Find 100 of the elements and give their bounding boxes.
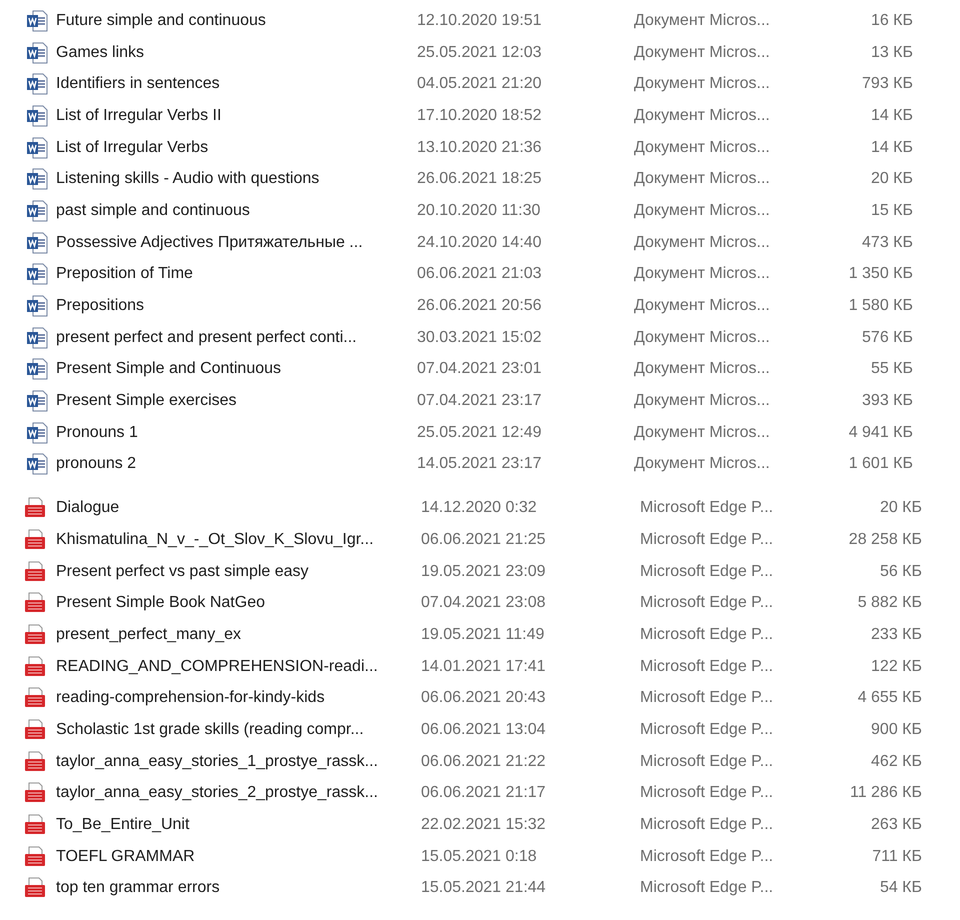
file-name[interactable]: past simple and continuous xyxy=(56,198,417,223)
file-size: 56 КБ xyxy=(878,562,922,582)
file-name[interactable]: Pronouns 1 xyxy=(56,420,417,445)
file-type: Microsoft Edge P... xyxy=(640,720,774,740)
file-date: 19.05.2021 11:49 xyxy=(421,624,546,645)
file-type: Microsoft Edge P... xyxy=(640,562,774,582)
file-type: Документ Micros... xyxy=(634,232,771,253)
file-date: 25.05.2021 12:03 xyxy=(417,42,543,63)
file-size: 4 941 КБ xyxy=(848,422,913,443)
file-size: 11 286 КБ xyxy=(848,783,922,804)
file-name[interactable]: List of Irregular Verbs xyxy=(56,136,417,160)
file-size: 54 КБ xyxy=(878,878,922,898)
file-name[interactable]: Possessive Adjectives Притяжательные ... xyxy=(56,230,417,255)
file-type: Microsoft Edge P... xyxy=(640,815,774,836)
file-name[interactable]: reading-comprehension-for-kindy-kids xyxy=(56,686,421,710)
file-name[interactable]: Khismatulina_N_v_-_Ot_Slov_K_Slovu_Igr... xyxy=(56,528,421,552)
file-name[interactable]: Present Simple exercises xyxy=(56,389,417,414)
file-date: 06.06.2021 21:17 xyxy=(421,783,547,804)
file-size: 793 КБ xyxy=(861,74,913,94)
file-size: 233 КБ xyxy=(870,624,922,645)
file-type: Документ Micros... xyxy=(634,74,771,94)
file-name[interactable]: Dialogue xyxy=(56,496,421,520)
file-name[interactable]: Identifiers in sentences xyxy=(56,72,417,96)
file-type: Microsoft Edge P... xyxy=(640,846,774,867)
file-name[interactable]: List of Irregular Verbs II xyxy=(56,104,417,128)
file-date: 25.05.2021 12:49 xyxy=(417,422,543,443)
file-name[interactable]: To_Be_Entire_Unit xyxy=(56,813,421,838)
file-date: 14.01.2021 17:41 xyxy=(421,656,547,677)
file-date: 24.10.2020 14:40 xyxy=(417,232,543,253)
file-type: Документ Micros... xyxy=(634,454,771,474)
file-date: 06.06.2021 21:22 xyxy=(421,752,547,772)
file-date: 06.06.2021 21:25 xyxy=(421,530,547,550)
file-size: 14 КБ xyxy=(870,106,913,126)
file-date: 06.06.2021 13:04 xyxy=(421,720,547,740)
file-size: 1 601 КБ xyxy=(848,454,913,474)
file-size: 462 КБ xyxy=(870,752,922,772)
file-size: 576 КБ xyxy=(861,328,913,348)
file-type: Документ Micros... xyxy=(634,296,771,316)
file-size: 1 350 КБ xyxy=(848,264,913,284)
file-type: Microsoft Edge P... xyxy=(640,593,774,614)
file-date: 07.04.2021 23:17 xyxy=(417,391,543,412)
file-type: Документ Micros... xyxy=(634,42,771,63)
file-name[interactable]: Present perfect vs past simple easy xyxy=(56,560,421,584)
file-type: Документ Micros... xyxy=(634,169,771,190)
file-size: 263 КБ xyxy=(870,815,922,836)
file-name[interactable]: taylor_anna_easy_stories_1_prostye_rassk... xyxy=(56,750,421,774)
file-type: Microsoft Edge P... xyxy=(640,752,774,772)
file-name[interactable]: Future simple and continuous xyxy=(56,8,417,33)
file-type: Microsoft Edge P... xyxy=(640,530,774,550)
file-date: 04.05.2021 21:20 xyxy=(417,74,543,94)
file-size: 14 КБ xyxy=(870,138,913,158)
file-date: 07.04.2021 23:08 xyxy=(421,593,547,614)
file-name[interactable]: Present Simple and Continuous xyxy=(56,357,417,382)
file-name[interactable]: Present Simple Book NatGeo xyxy=(56,591,421,616)
file-date: 26.06.2021 18:25 xyxy=(417,169,543,190)
file-size: 122 КБ xyxy=(870,656,922,677)
file-type: Документ Micros... xyxy=(634,328,771,348)
file-date: 12.10.2020 19:51 xyxy=(417,10,543,31)
file-name[interactable]: Prepositions xyxy=(56,294,417,318)
file-name[interactable]: present_perfect_many_ex xyxy=(56,622,421,647)
file-size: 20 КБ xyxy=(878,498,922,518)
file-date: 20.10.2020 11:30 xyxy=(417,200,542,221)
file-date: 17.10.2020 18:52 xyxy=(417,106,543,126)
file-type: Microsoft Edge P... xyxy=(640,783,774,804)
file-size: 4 655 КБ xyxy=(856,688,922,708)
file-name[interactable]: top ten grammar errors xyxy=(56,876,421,900)
file-type: Документ Micros... xyxy=(634,422,771,443)
file-name[interactable]: Scholastic 1st grade skills (reading compr... xyxy=(56,718,421,742)
file-name[interactable]: pronouns 2 xyxy=(56,452,417,476)
file-date: 07.04.2021 23:01 xyxy=(417,359,543,380)
file-type: Документ Micros... xyxy=(634,391,771,412)
file-date: 14.12.2020 0:32 xyxy=(421,498,538,518)
file-date: 13.10.2020 21:36 xyxy=(417,138,543,158)
file-name[interactable]: Games links xyxy=(56,40,417,65)
file-date: 19.05.2021 23:09 xyxy=(421,562,547,582)
file-type: Microsoft Edge P... xyxy=(640,656,774,677)
file-name[interactable]: taylor_anna_easy_stories_2_prostye_rassk... xyxy=(56,781,421,806)
file-date: 26.06.2021 20:56 xyxy=(417,296,543,316)
file-name[interactable]: present perfect and present perfect conti... xyxy=(56,326,417,350)
file-type: Документ Micros... xyxy=(634,264,771,284)
file-size: 1 580 КБ xyxy=(848,296,913,316)
file-name[interactable]: Listening skills - Audio with questions xyxy=(56,167,417,192)
file-name[interactable]: READING_AND_COMPREHENSION-readi... xyxy=(56,654,421,679)
file-type: Microsoft Edge P... xyxy=(640,624,774,645)
file-date: 30.03.2021 15:02 xyxy=(417,328,543,348)
file-type: Документ Micros... xyxy=(634,200,771,221)
file-date: 15.05.2021 0:18 xyxy=(421,846,538,867)
file-date: 14.05.2021 23:17 xyxy=(417,454,543,474)
file-size: 20 КБ xyxy=(870,169,913,190)
file-size: 473 КБ xyxy=(861,232,913,253)
file-size: 393 КБ xyxy=(861,391,913,412)
file-date: 22.02.2021 15:32 xyxy=(421,815,547,836)
file-type: Microsoft Edge P... xyxy=(640,498,774,518)
file-size: 900 КБ xyxy=(870,720,922,740)
file-name[interactable]: Preposition of Time xyxy=(56,262,417,286)
file-size: 5 882 КБ xyxy=(856,593,922,614)
file-size: 15 КБ xyxy=(870,200,913,221)
file-type: Документ Micros... xyxy=(634,10,771,31)
file-name[interactable]: TOEFL GRAMMAR xyxy=(56,844,421,869)
file-date: 15.05.2021 21:44 xyxy=(421,878,547,898)
